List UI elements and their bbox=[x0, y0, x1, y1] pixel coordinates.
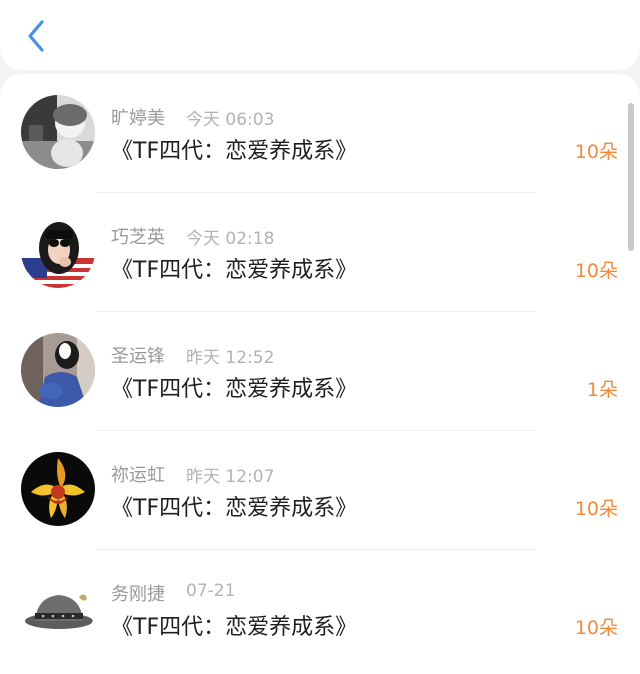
book-title: 《TF四代：恋爱养成系》 bbox=[111, 377, 358, 402]
list-item[interactable]: 旷婷美 今天 06:03 《TF四代：恋爱养成系》 10朵 bbox=[0, 74, 640, 193]
sender-name: 圣运锋 bbox=[111, 346, 165, 367]
timestamp: 昨天 12:52 bbox=[186, 348, 275, 368]
sender-name: 巧芝英 bbox=[111, 227, 165, 248]
list-item[interactable]: 圣运锋 昨天 12:52 《TF四代：恋爱养成系》 1朵 bbox=[0, 312, 640, 431]
book-title: 《TF四代：恋爱养成系》 bbox=[111, 615, 358, 640]
sender-name: 祢运虹 bbox=[111, 465, 165, 486]
gift-amount: 10朵 bbox=[574, 617, 618, 639]
timestamp: 昨天 12:07 bbox=[186, 467, 275, 487]
book-title: 《TF四代：恋爱养成系》 bbox=[111, 258, 358, 283]
sender-name: 务刚捷 bbox=[111, 584, 165, 605]
list-item[interactable]: 务刚捷 07-21 《TF四代：恋爱养成系》 10朵 bbox=[0, 550, 640, 669]
avatar bbox=[21, 214, 95, 288]
back-button[interactable] bbox=[18, 18, 54, 54]
gift-amount: 1朵 bbox=[586, 379, 618, 401]
timestamp: 今天 06:03 bbox=[186, 110, 275, 130]
timestamp: 07-21 bbox=[186, 581, 236, 601]
gift-list: 旷婷美 今天 06:03 《TF四代：恋爱养成系》 10朵 巧芝英 今天 02:… bbox=[0, 74, 640, 674]
list-item[interactable]: 祢运虹 昨天 12:07 《TF四代：恋爱养成系》 10朵 bbox=[0, 431, 640, 550]
gift-amount: 10朵 bbox=[574, 260, 618, 282]
book-title: 《TF四代：恋爱养成系》 bbox=[111, 496, 358, 521]
gift-amount: 10朵 bbox=[574, 141, 618, 163]
avatar bbox=[21, 95, 95, 169]
chevron-left-icon bbox=[28, 20, 44, 52]
book-title: 《TF四代：恋爱养成系》 bbox=[111, 139, 358, 164]
list-item[interactable]: 巧芝英 今天 02:18 《TF四代：恋爱养成系》 10朵 bbox=[0, 193, 640, 312]
avatar bbox=[21, 571, 95, 645]
top-bar bbox=[0, 0, 640, 70]
scrollbar[interactable] bbox=[628, 103, 634, 251]
avatar bbox=[21, 452, 95, 526]
gift-amount: 10朵 bbox=[574, 498, 618, 520]
timestamp: 今天 02:18 bbox=[186, 229, 275, 249]
avatar bbox=[21, 333, 95, 407]
sender-name: 旷婷美 bbox=[111, 108, 165, 129]
